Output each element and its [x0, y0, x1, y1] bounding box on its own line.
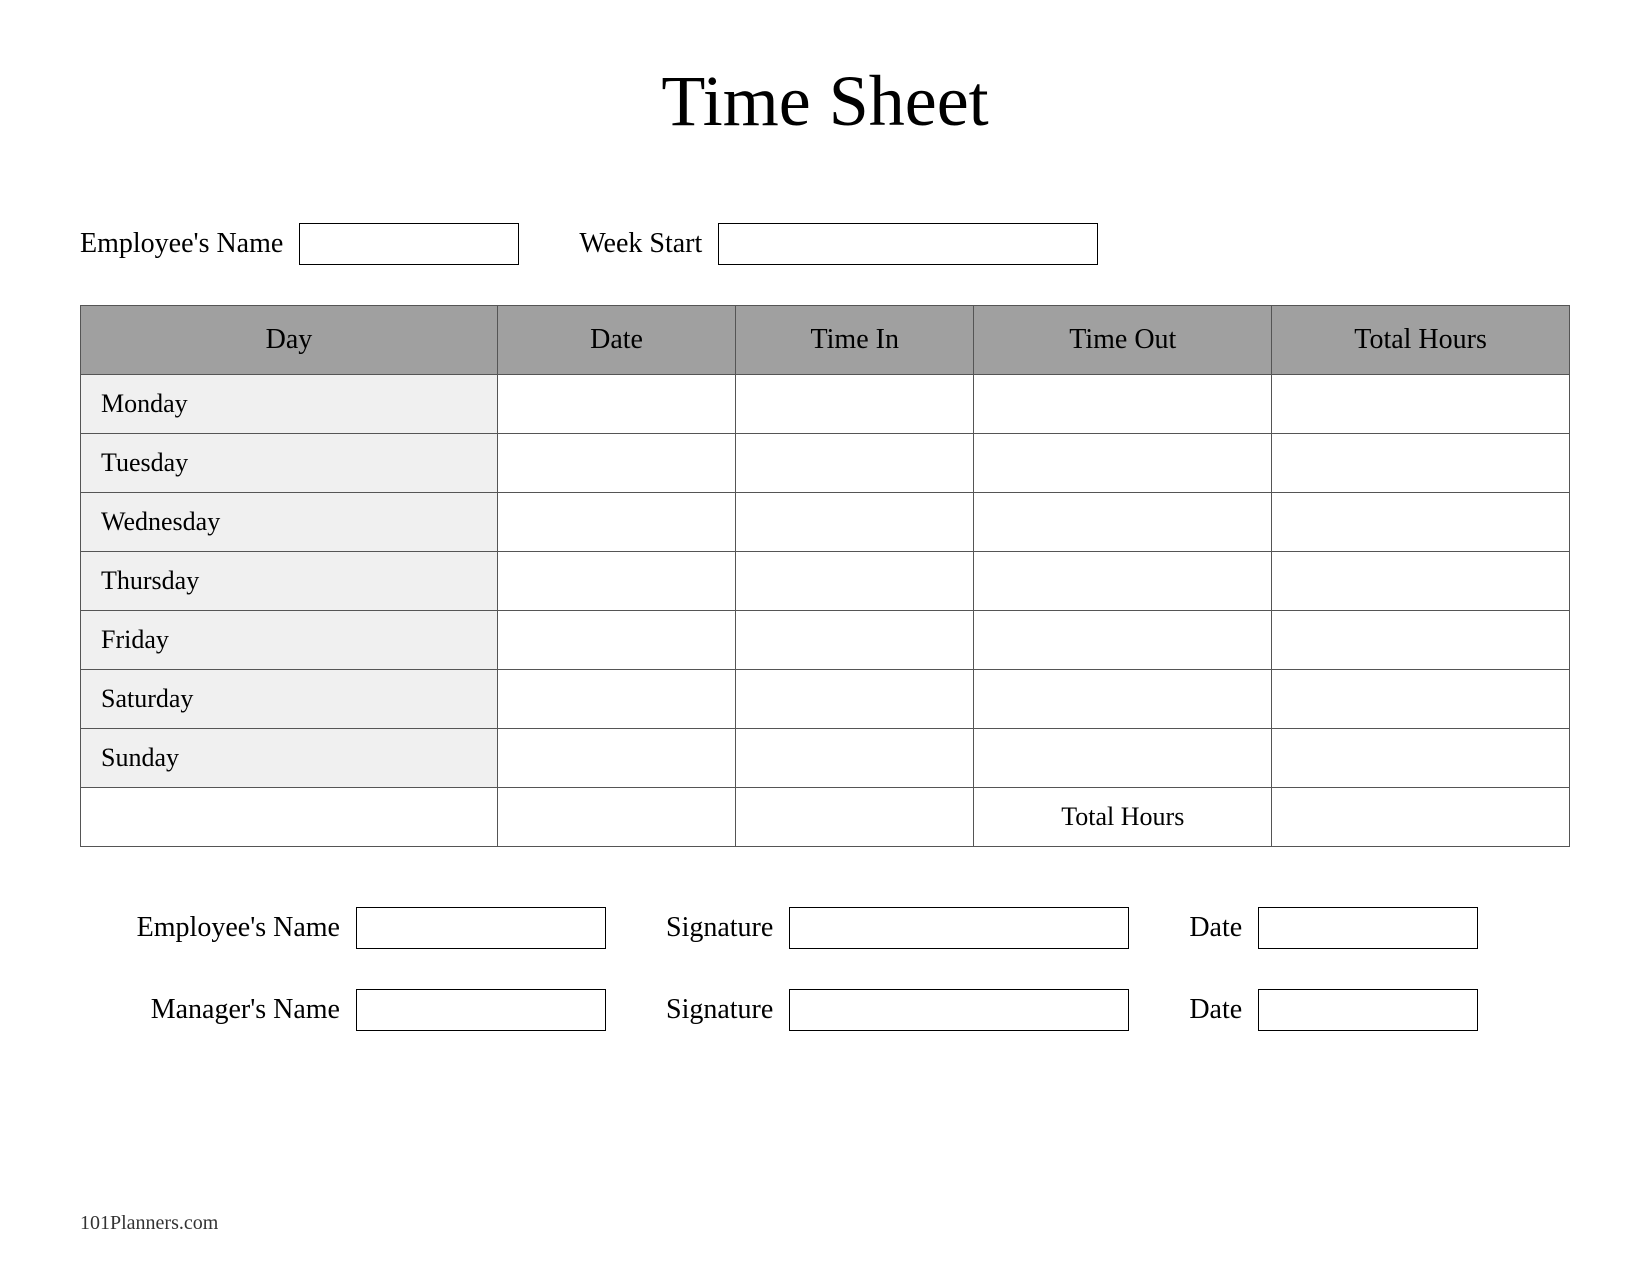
- table-row: Thursday: [81, 552, 1570, 611]
- time-out-cell[interactable]: [974, 434, 1272, 493]
- manager-date-input[interactable]: [1258, 989, 1478, 1031]
- time-in-cell[interactable]: [736, 493, 974, 552]
- total-hours-cell[interactable]: [1272, 552, 1570, 611]
- time-in-cell[interactable]: [736, 729, 974, 788]
- day-cell: Monday: [81, 375, 498, 434]
- bottom-fields: Employee's Name Signature Date Manager's…: [80, 907, 1570, 1031]
- date-cell[interactable]: [497, 670, 735, 729]
- date-cell[interactable]: [497, 552, 735, 611]
- manager-signature-input[interactable]: [789, 989, 1129, 1031]
- time-out-cell[interactable]: [974, 375, 1272, 434]
- time-in-cell[interactable]: [736, 375, 974, 434]
- time-out-cell[interactable]: [974, 729, 1272, 788]
- time-in-cell[interactable]: [736, 611, 974, 670]
- total-hours-cell[interactable]: [1272, 375, 1570, 434]
- manager-signature-label: Signature: [666, 994, 773, 1026]
- table-row: Friday: [81, 611, 1570, 670]
- date-cell[interactable]: [497, 493, 735, 552]
- total-hours-cell[interactable]: [1272, 670, 1570, 729]
- time-out-cell[interactable]: [974, 670, 1272, 729]
- header-total-hours: Total Hours: [1272, 306, 1570, 375]
- employee-date-label: Date: [1189, 912, 1242, 944]
- total-hours-cell[interactable]: [1272, 729, 1570, 788]
- date-cell[interactable]: [497, 434, 735, 493]
- header-time-out: Time Out: [974, 306, 1272, 375]
- table-row: Saturday: [81, 670, 1570, 729]
- time-out-cell[interactable]: [974, 611, 1272, 670]
- day-cell: Wednesday: [81, 493, 498, 552]
- page: Time Sheet Employee's Name Week Start Da…: [0, 0, 1650, 1275]
- time-out-cell[interactable]: [974, 493, 1272, 552]
- total-empty-cell: [497, 788, 735, 847]
- table-row: Sunday: [81, 729, 1570, 788]
- employee-name-label-bottom: Employee's Name: [80, 912, 340, 944]
- time-in-cell[interactable]: [736, 670, 974, 729]
- day-cell: Sunday: [81, 729, 498, 788]
- employee-name-input-bottom[interactable]: [356, 907, 606, 949]
- table-header-row: Day Date Time In Time Out Total Hours: [81, 306, 1570, 375]
- manager-signature-row: Manager's Name Signature Date: [80, 989, 1570, 1031]
- timesheet-table: Day Date Time In Time Out Total Hours Mo…: [80, 305, 1570, 847]
- header-date: Date: [497, 306, 735, 375]
- top-fields-row: Employee's Name Week Start: [80, 223, 1570, 265]
- manager-date-label: Date: [1189, 994, 1242, 1026]
- employee-name-input-top[interactable]: [299, 223, 519, 265]
- table-row: Tuesday: [81, 434, 1570, 493]
- table-row: Monday: [81, 375, 1570, 434]
- time-out-cell[interactable]: [974, 552, 1272, 611]
- header-day: Day: [81, 306, 498, 375]
- table-row: Wednesday: [81, 493, 1570, 552]
- day-cell: Tuesday: [81, 434, 498, 493]
- header-time-in: Time In: [736, 306, 974, 375]
- employee-signature-label: Signature: [666, 912, 773, 944]
- time-in-cell[interactable]: [736, 434, 974, 493]
- total-empty-cell: [81, 788, 498, 847]
- date-cell[interactable]: [497, 729, 735, 788]
- time-in-cell[interactable]: [736, 552, 974, 611]
- employee-signature-input[interactable]: [789, 907, 1129, 949]
- total-summary-row: Total Hours: [81, 788, 1570, 847]
- watermark: 101Planners.com: [80, 1212, 218, 1235]
- employee-signature-row: Employee's Name Signature Date: [80, 907, 1570, 949]
- manager-name-label: Manager's Name: [80, 994, 340, 1026]
- date-cell[interactable]: [497, 375, 735, 434]
- day-cell: Friday: [81, 611, 498, 670]
- day-cell: Saturday: [81, 670, 498, 729]
- day-cell: Thursday: [81, 552, 498, 611]
- total-value-cell[interactable]: [1272, 788, 1570, 847]
- total-hours-cell[interactable]: [1272, 611, 1570, 670]
- page-title: Time Sheet: [80, 60, 1570, 143]
- week-start-input[interactable]: [718, 223, 1098, 265]
- total-hours-cell[interactable]: [1272, 493, 1570, 552]
- date-cell[interactable]: [497, 611, 735, 670]
- employee-name-label-top: Employee's Name: [80, 228, 283, 260]
- total-hours-cell[interactable]: [1272, 434, 1570, 493]
- total-empty-cell: [736, 788, 974, 847]
- week-start-label: Week Start: [579, 228, 702, 260]
- manager-name-input[interactable]: [356, 989, 606, 1031]
- total-label-cell: Total Hours: [974, 788, 1272, 847]
- employee-date-input[interactable]: [1258, 907, 1478, 949]
